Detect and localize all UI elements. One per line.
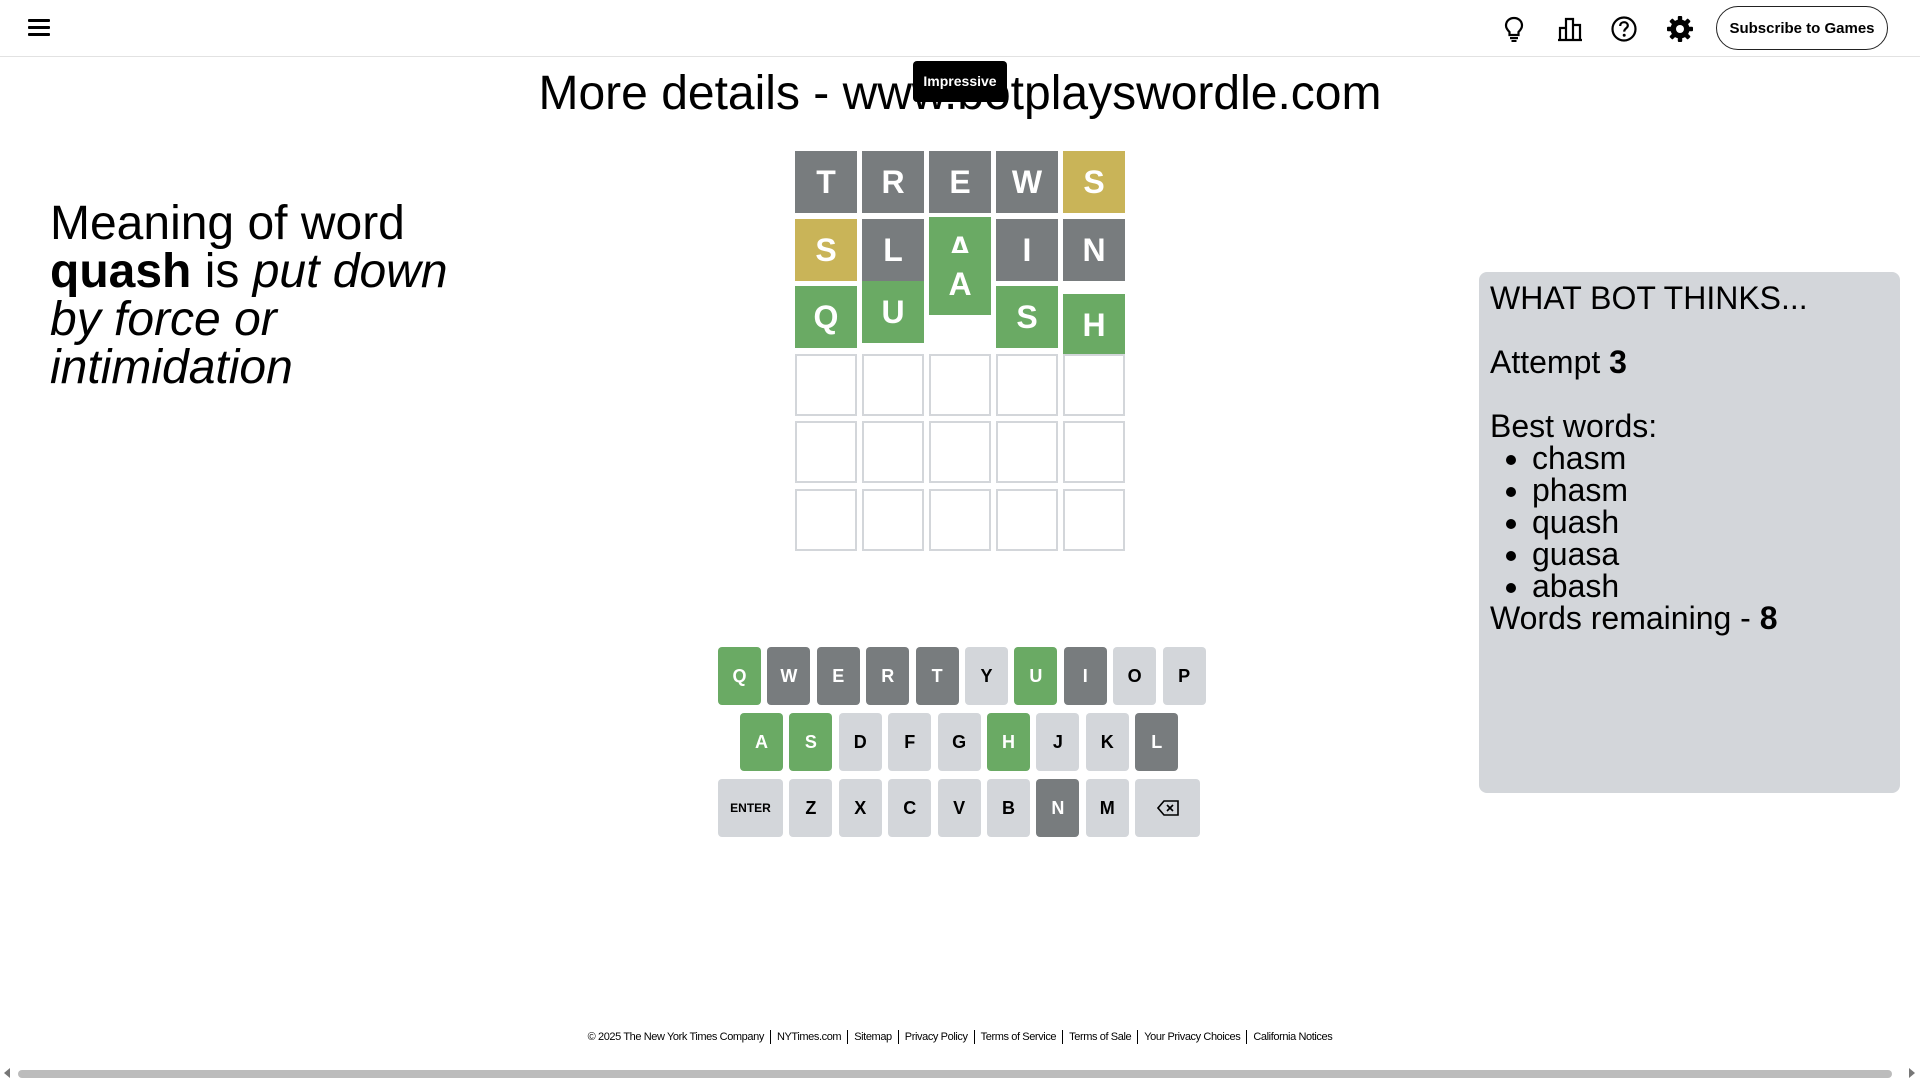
board-tile — [862, 354, 924, 416]
key-w[interactable]: W — [767, 647, 811, 705]
board-tile: S — [795, 219, 857, 281]
key-s[interactable]: S — [789, 713, 833, 771]
board-tile: S — [1063, 151, 1125, 213]
list-item: guasa — [1532, 538, 1889, 570]
words-remaining-line: Words remaining - 8 — [1490, 602, 1889, 634]
board-tile — [1063, 489, 1125, 551]
backspace-key[interactable] — [1135, 779, 1201, 837]
scrollbar-thumb[interactable] — [18, 1070, 1892, 1078]
word-meaning: Meaning of word quash is put down by for… — [50, 200, 470, 392]
board-tile — [862, 489, 924, 551]
key-f[interactable]: F — [888, 713, 932, 771]
board-tile — [929, 421, 991, 483]
statistics-icon[interactable] — [1555, 14, 1585, 44]
meaning-word: quash — [50, 245, 192, 298]
key-e[interactable]: E — [816, 647, 860, 705]
key-g[interactable]: G — [937, 713, 981, 771]
key-d[interactable]: D — [838, 713, 882, 771]
board-tile — [996, 354, 1058, 416]
page-footer: © 2025 The New York Times Company NYTimes… — [0, 1030, 1920, 1044]
key-r[interactable]: R — [866, 647, 910, 705]
footer-link-nytimes[interactable]: NYTimes.com — [777, 1031, 842, 1043]
key-o[interactable]: O — [1113, 647, 1157, 705]
bot-panel-title: WHAT BOT THINKS... — [1490, 280, 1808, 316]
board-tile — [929, 354, 991, 416]
board-tile: L — [862, 219, 924, 281]
key-h[interactable]: H — [987, 713, 1030, 771]
key-x[interactable]: X — [838, 779, 882, 837]
attempt-label: Attempt — [1490, 344, 1601, 380]
key-i[interactable]: I — [1063, 647, 1107, 705]
footer-link-privacy-policy[interactable]: Privacy Policy — [905, 1031, 968, 1043]
board-tile — [1063, 421, 1125, 483]
footer-link-california-notices[interactable]: California Notices — [1253, 1031, 1332, 1043]
app-header: Subscribe to Games — [0, 0, 1920, 57]
attempt-value: 3 — [1609, 344, 1627, 380]
key-p[interactable]: P — [1162, 647, 1206, 705]
board-tile — [996, 489, 1058, 551]
footer-copyright[interactable]: © 2025 The New York Times Company — [588, 1031, 765, 1043]
key-z[interactable]: Z — [789, 779, 833, 837]
board-tile — [795, 489, 857, 551]
key-t[interactable]: T — [915, 647, 959, 705]
board-tile — [795, 421, 857, 483]
board-tile: T — [795, 151, 857, 213]
board-tile — [996, 421, 1058, 483]
enter-key[interactable]: ENTER — [718, 779, 783, 837]
board-tile: N — [1063, 219, 1125, 281]
footer-link-sitemap[interactable]: Sitemap — [854, 1031, 892, 1043]
board-tile: R — [862, 151, 924, 213]
board-tile: E — [929, 151, 991, 213]
key-a[interactable]: A — [740, 713, 783, 771]
words-remaining-value: 8 — [1759, 600, 1778, 636]
board-tile: A — [929, 253, 991, 315]
key-l[interactable]: L — [1135, 713, 1179, 771]
key-k[interactable]: K — [1085, 713, 1129, 771]
best-words-label: Best words: — [1490, 408, 1658, 444]
footer-link-privacy-choices[interactable]: Your Privacy Choices — [1144, 1031, 1241, 1043]
hamburger-menu-icon[interactable] — [28, 19, 50, 37]
board-tile: I — [996, 219, 1058, 281]
board-tile — [795, 354, 857, 416]
footer-link-terms-of-service[interactable]: Terms of Service — [981, 1031, 1057, 1043]
lightbulb-icon[interactable] — [1499, 14, 1529, 44]
board-tile — [1063, 354, 1125, 416]
key-u[interactable]: U — [1014, 647, 1058, 705]
scroll-right-arrow[interactable] — [1909, 1068, 1915, 1078]
key-v[interactable]: V — [937, 779, 981, 837]
attempt-line: Attempt 3 — [1490, 346, 1889, 378]
list-item: phasm — [1532, 474, 1889, 506]
key-c[interactable]: C — [888, 779, 932, 837]
list-item: quash — [1532, 506, 1889, 538]
board-tile: U — [862, 281, 924, 343]
best-words-list: chasm phasm quash guasa abash — [1490, 442, 1889, 602]
board-tile: S — [996, 286, 1058, 348]
key-m[interactable]: M — [1085, 779, 1129, 837]
list-item: abash — [1532, 570, 1889, 602]
horizontal-scrollbar[interactable] — [0, 1066, 1920, 1080]
list-item: chasm — [1532, 442, 1889, 474]
key-j[interactable]: J — [1036, 713, 1080, 771]
key-y[interactable]: Y — [965, 647, 1008, 705]
backspace-icon — [1156, 800, 1179, 816]
board-tile — [862, 421, 924, 483]
scroll-left-arrow[interactable] — [4, 1068, 10, 1078]
key-q[interactable]: Q — [718, 647, 761, 705]
board-tile — [929, 489, 991, 551]
key-b[interactable]: B — [987, 779, 1030, 837]
help-icon[interactable] — [1609, 14, 1639, 44]
toast-message: Impressive — [913, 61, 1007, 102]
subscribe-button[interactable]: Subscribe to Games — [1716, 6, 1888, 50]
bot-thinks-panel: WHAT BOT THINKS... Attempt 3 Best words:… — [1479, 272, 1900, 793]
words-remaining-label: Words remaining - — [1490, 600, 1751, 636]
gear-icon[interactable] — [1665, 14, 1695, 44]
board-tile: Q — [795, 286, 857, 348]
footer-link-terms-of-sale[interactable]: Terms of Sale — [1069, 1031, 1131, 1043]
meaning-is: is — [204, 245, 240, 298]
board-tile: H — [1063, 294, 1125, 356]
key-n[interactable]: N — [1036, 779, 1080, 837]
meaning-prefix: Meaning of word — [50, 197, 405, 250]
board-tile: W — [996, 151, 1058, 213]
